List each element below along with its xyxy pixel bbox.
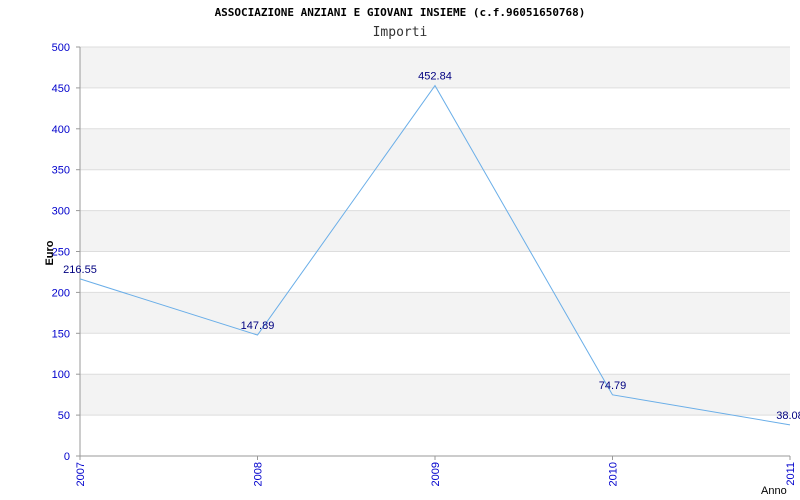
x-tick-label: 2008 [253, 462, 265, 486]
y-tick-label: 300 [52, 206, 70, 218]
chart: ASSOCIAZIONE ANZIANI E GIOVANI INSIEME (… [0, 0, 800, 500]
data-label: 452.84 [418, 71, 452, 83]
y-tick-label: 350 [52, 165, 70, 177]
x-tick-label: 2011 [785, 462, 797, 486]
y-tick-label: 450 [52, 83, 70, 95]
grid-band [80, 128, 790, 170]
y-tick-label: 400 [52, 124, 70, 136]
data-label: 216.55 [63, 264, 97, 276]
x-tick-label: 2007 [75, 462, 87, 486]
y-axis-label: Euro [44, 240, 56, 265]
x-tick-labels: 2007 2008 2009 2010 2011 [75, 456, 797, 486]
background-bands [80, 47, 790, 416]
grid-band [80, 374, 790, 416]
plot-area: 050100150200250300350400450500 2007 2008 2… [44, 42, 800, 497]
data-label: 74.79 [599, 380, 627, 392]
grid-band [80, 210, 790, 252]
y-tick-label: 500 [52, 42, 70, 54]
y-tick-label: 150 [52, 328, 70, 340]
x-tick-label: 2010 [608, 462, 620, 486]
y-tick-label: 200 [52, 287, 70, 299]
data-label: 147.89 [241, 320, 275, 332]
x-tick-label: 2009 [430, 462, 442, 486]
y-tick-label: 0 [64, 451, 70, 463]
data-label: 38.08 [776, 410, 800, 422]
x-axis-label: Anno [761, 485, 787, 497]
y-tick-label: 100 [52, 369, 70, 381]
y-tick-label: 50 [58, 410, 70, 422]
